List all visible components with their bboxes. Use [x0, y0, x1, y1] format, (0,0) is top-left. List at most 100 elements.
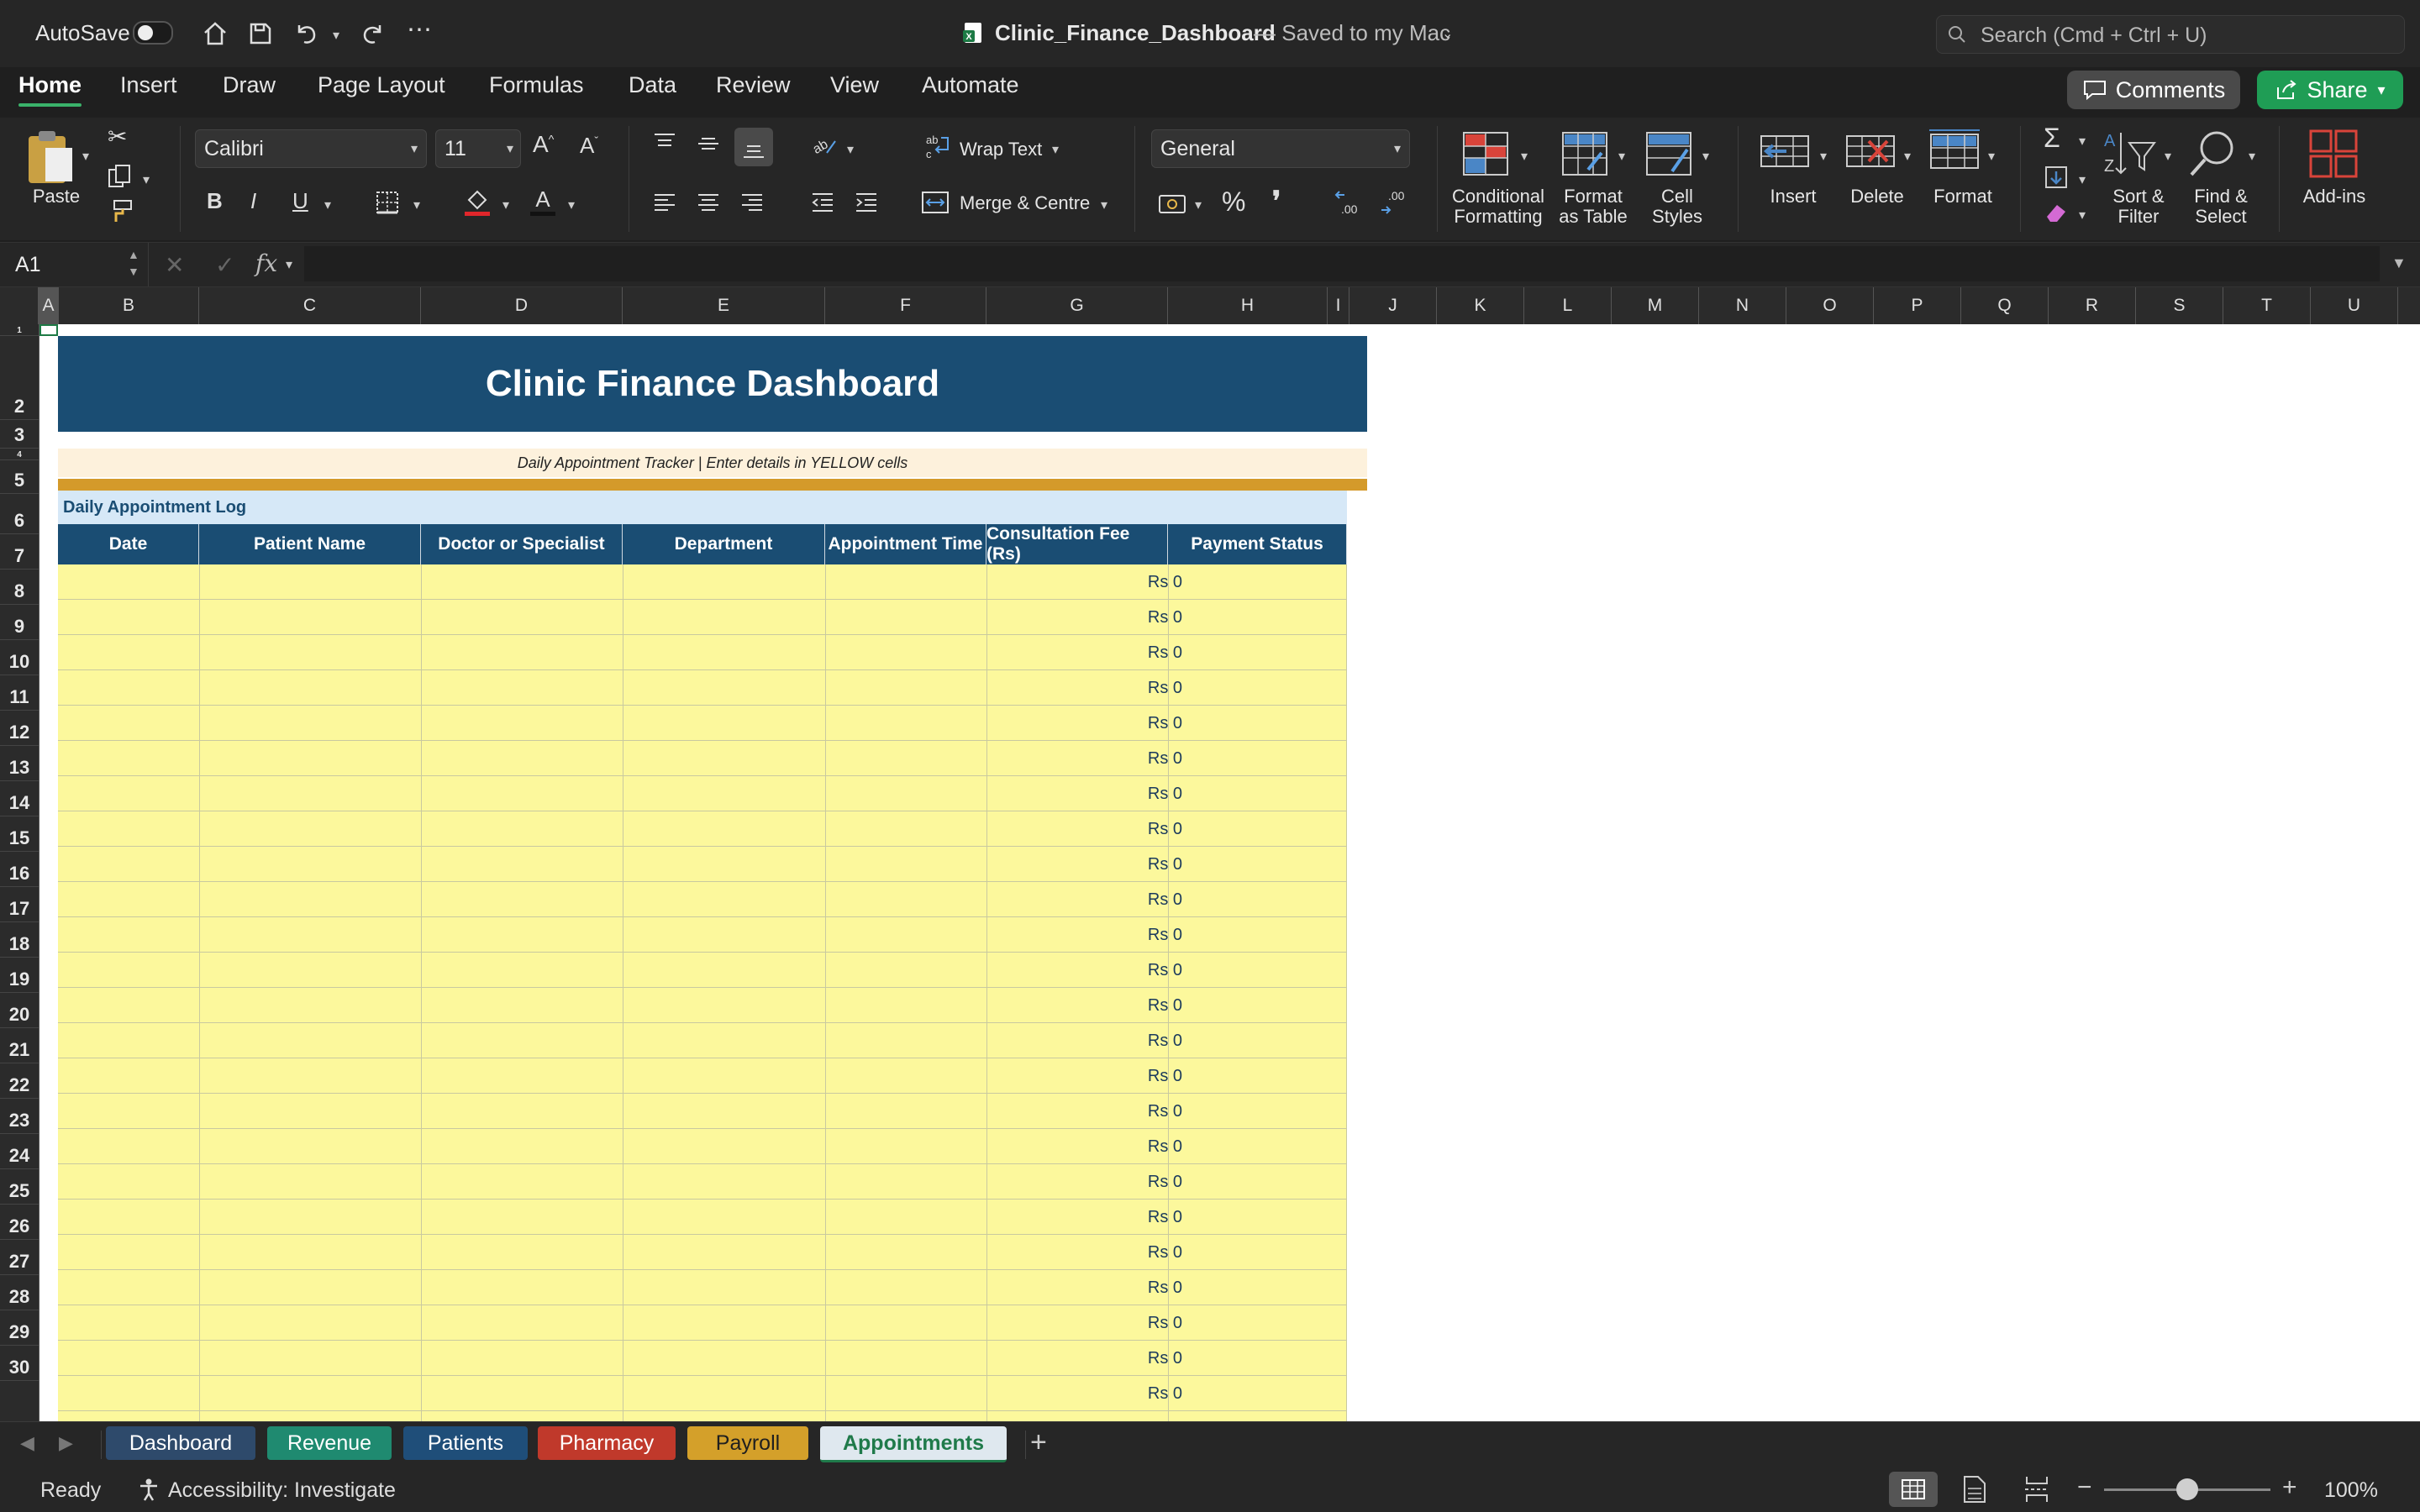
table-row[interactable]: Rs 0	[58, 706, 1347, 741]
borders-icon[interactable]	[375, 190, 400, 215]
column-header[interactable]: P	[1874, 287, 1961, 324]
comments-button[interactable]: Comments	[2067, 71, 2240, 109]
cancel-icon[interactable]: ✕	[165, 251, 184, 279]
row-header[interactable]: 4	[0, 449, 39, 460]
accounting-format-icon[interactable]	[1158, 192, 1188, 217]
font-name-dropdown[interactable]: Calibri ▾	[195, 129, 427, 168]
tab-insert[interactable]: Insert	[120, 72, 177, 98]
column-header[interactable]: C	[199, 287, 421, 324]
consultation-fee-cell[interactable]: Rs 0	[1148, 1032, 1182, 1051]
increase-font-icon[interactable]: A^	[533, 131, 554, 158]
table-row[interactable]: Rs 0	[58, 741, 1347, 776]
format-as-table-icon[interactable]	[1560, 128, 1610, 180]
home-icon[interactable]	[200, 18, 230, 49]
paste-label[interactable]: Paste	[25, 186, 87, 207]
insert-function-icon[interactable]: fx	[255, 249, 277, 277]
row-header[interactable]: 5	[0, 460, 39, 494]
column-header[interactable]: J	[1349, 287, 1437, 324]
number-format-dropdown[interactable]: General ▾	[1151, 129, 1410, 168]
consultation-fee-cell[interactable]: Rs 0	[1148, 1137, 1182, 1157]
table-row[interactable]: Rs 0	[58, 1235, 1347, 1270]
row-header[interactable]: 15	[0, 816, 39, 852]
comma-button[interactable]: ❜	[1272, 185, 1281, 217]
autosum-icon[interactable]: Σ	[2044, 123, 2060, 154]
merge-centre-button[interactable]: Merge & Centre	[960, 193, 1090, 213]
row-header[interactable]: 25	[0, 1169, 39, 1205]
merge-centre-dropdown-icon[interactable]: ▾	[1101, 197, 1107, 213]
accessibility-icon[interactable]	[136, 1477, 161, 1502]
cell-styles-icon[interactable]	[1644, 128, 1694, 180]
align-center-icon[interactable]	[696, 190, 721, 215]
tab-page-layout[interactable]: Page Layout	[318, 72, 445, 98]
row-header[interactable]: 18	[0, 922, 39, 958]
consultation-fee-cell[interactable]: Rs 0	[1148, 785, 1182, 804]
format-cells-icon[interactable]	[1928, 128, 1981, 173]
column-header[interactable]: T	[2223, 287, 2311, 324]
column-header[interactable]: H	[1168, 287, 1328, 324]
clear-dropdown-icon[interactable]: ▾	[2079, 207, 2086, 223]
cut-icon[interactable]: ✂	[108, 123, 127, 150]
row-header[interactable]: 28	[0, 1275, 39, 1310]
table-row[interactable]: Rs 0	[58, 917, 1347, 953]
selected-cell[interactable]	[39, 324, 58, 336]
autosave-toggle[interactable]	[133, 21, 173, 45]
delete-cells-dropdown-icon[interactable]: ▾	[1904, 148, 1911, 165]
next-sheet-icon[interactable]: ▶	[59, 1432, 73, 1454]
align-right-icon[interactable]	[739, 190, 765, 215]
borders-dropdown-icon[interactable]: ▾	[413, 197, 420, 213]
row-header[interactable]: 8	[0, 570, 39, 605]
consultation-fee-cell[interactable]: Rs 0	[1148, 1208, 1182, 1227]
paste-dropdown-icon[interactable]: ▾	[82, 148, 89, 165]
row-header[interactable]: 13	[0, 746, 39, 781]
align-middle-icon[interactable]	[696, 131, 721, 156]
align-top-icon[interactable]	[652, 131, 677, 156]
orientation-icon[interactable]: ab	[810, 133, 839, 158]
more-icon[interactable]: ⋯	[407, 15, 432, 45]
accessibility-status[interactable]: Accessibility: Investigate	[168, 1478, 396, 1503]
align-left-icon[interactable]	[652, 190, 677, 215]
format-as-table-label[interactable]: Format as Table	[1553, 186, 1634, 227]
sheet-tab-appointments[interactable]: Appointments	[820, 1426, 1007, 1462]
table-row[interactable]: Rs 0	[58, 564, 1347, 600]
consultation-fee-cell[interactable]: Rs 0	[1148, 1067, 1182, 1086]
row-header[interactable]: 10	[0, 640, 39, 675]
section-header[interactable]: Daily Appointment Log	[58, 491, 1347, 524]
column-header[interactable]: D	[421, 287, 623, 324]
format-cells-label[interactable]: Format	[1928, 186, 1998, 207]
tab-home[interactable]: Home	[18, 72, 82, 107]
consultation-fee-cell[interactable]: Rs 0	[1148, 1314, 1182, 1333]
consultation-fee-cell[interactable]: Rs 0	[1148, 608, 1182, 627]
zoom-in-icon[interactable]: +	[2282, 1473, 2297, 1502]
format-cells-dropdown-icon[interactable]: ▾	[1988, 148, 1995, 165]
table-row[interactable]: Rs 0	[58, 811, 1347, 847]
row-header[interactable]: 30	[0, 1346, 39, 1381]
save-icon[interactable]	[245, 18, 276, 49]
bold-button[interactable]: B	[207, 188, 223, 214]
column-header[interactable]: S	[2136, 287, 2223, 324]
page-layout-view-icon[interactable]	[1961, 1475, 1988, 1504]
row-header[interactable]: 9	[0, 605, 39, 640]
italic-button[interactable]: I	[250, 188, 256, 214]
delete-cells-icon[interactable]	[1844, 131, 1897, 173]
name-box[interactable]: A1 ▲ ▼	[0, 243, 149, 286]
row-header[interactable]: 23	[0, 1099, 39, 1134]
table-row[interactable]: Rs 0	[58, 600, 1347, 635]
header-payment-status[interactable]: Payment Status	[1168, 524, 1347, 564]
row-header[interactable]: 16	[0, 852, 39, 887]
fill-color-dropdown-icon[interactable]: ▾	[502, 197, 509, 213]
font-size-dropdown[interactable]: 11 ▾	[435, 129, 521, 168]
copy-dropdown-icon[interactable]: ▾	[143, 171, 150, 188]
formula-input[interactable]	[304, 246, 2380, 281]
row-header[interactable]: 24	[0, 1134, 39, 1169]
row-header[interactable]: 26	[0, 1205, 39, 1240]
add-sheet-icon[interactable]: +	[1030, 1426, 1047, 1459]
table-row[interactable]: Rs 0	[58, 635, 1347, 670]
table-row[interactable]: Rs 0	[58, 1305, 1347, 1341]
name-box-stepper-icon[interactable]: ▲ ▼	[128, 246, 139, 280]
conditional-formatting-dropdown-icon[interactable]: ▾	[1521, 148, 1528, 165]
header-consultation-fee[interactable]: Consultation Fee (Rs)	[986, 524, 1168, 564]
row-header[interactable]: 17	[0, 887, 39, 922]
table-row[interactable]: Rs 0	[58, 1094, 1347, 1129]
consultation-fee-cell[interactable]: Rs 0	[1148, 855, 1182, 874]
wrap-text-button[interactable]: Wrap Text	[960, 139, 1042, 160]
